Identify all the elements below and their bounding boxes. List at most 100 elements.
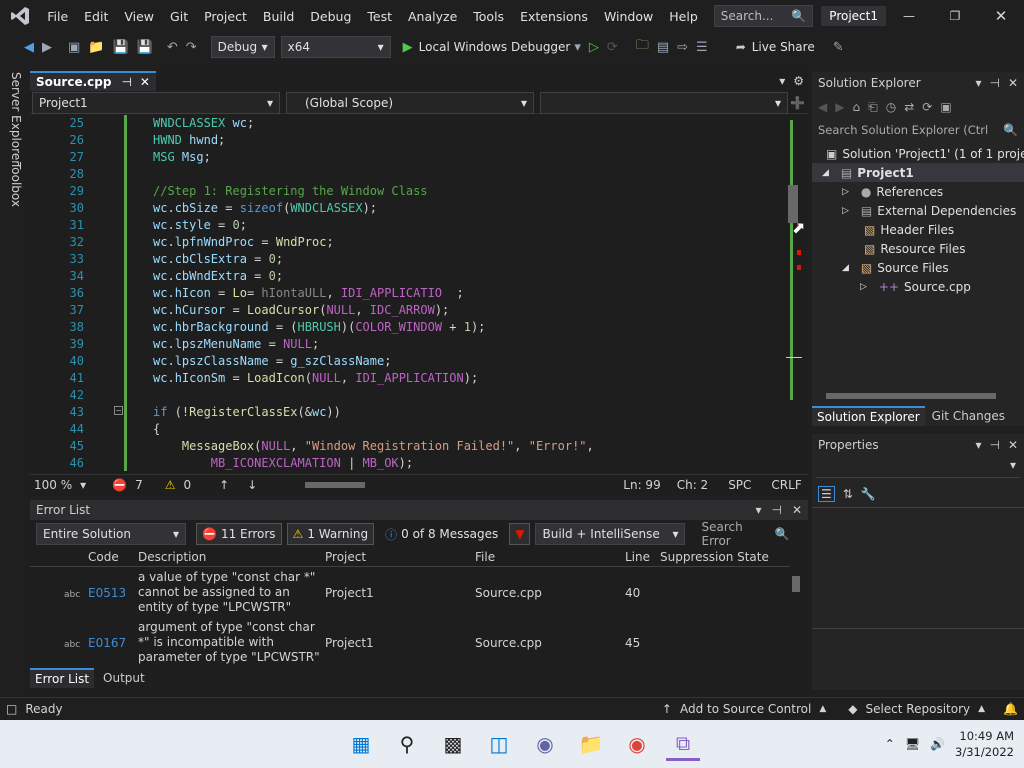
collapsed-icon[interactable]: ▷ [842,206,849,216]
expanded-icon[interactable]: ◢ [822,168,829,178]
col-project[interactable]: Project [325,550,366,564]
run-icon[interactable]: ▶ [403,40,413,55]
forward-icon[interactable]: ▶ [42,40,52,55]
down-arrow-icon[interactable]: ↓ [247,478,257,492]
save-icon[interactable]: 💾 [112,40,128,55]
horizontal-scrollbar[interactable] [295,480,595,490]
col-line[interactable]: Line [625,550,650,564]
alphabetical-icon[interactable]: ⇅ [843,487,853,501]
tab-error-list[interactable]: Error List [30,668,95,688]
tree-references[interactable]: ▷ ● References [812,182,1024,201]
back-icon[interactable]: ◀ [818,100,827,114]
code-line[interactable]: 29 //Step 1: Registering the Window Class [30,183,780,200]
feedback-icon[interactable]: ✎ [833,40,844,55]
sync-icon[interactable]: ⇄ [904,100,914,114]
code-line[interactable]: 43 if (!RegisterClassEx(&wc)) [30,404,780,421]
up-arrow-icon[interactable]: ↑ [219,478,229,492]
tab-output[interactable]: Output [98,669,150,687]
toolbox-tab[interactable]: Toolbox [9,162,23,207]
tree-project[interactable]: ◢ ▤ Project1 [812,163,1024,182]
table-row[interactable]: abc E0167 argument of type "const char *… [30,620,790,668]
folder-view-icon[interactable]: 🗀 [636,36,649,58]
messages-filter-button[interactable]: ⓘ 0 of 8 Messages [379,523,504,545]
col-suppression[interactable]: Suppression State [660,550,769,564]
source-control-button[interactable]: Add to Source Control [680,702,811,716]
code-line[interactable]: 38 wc.hbrBackground = (HBRUSH)(COLOR_WIND… [30,319,780,336]
dropdown-icon[interactable]: ▾ [975,438,981,452]
tree-resource-files[interactable]: ▧ Resource Files [812,239,1024,258]
refresh-icon[interactable]: ⟳ [922,100,932,114]
vs-logo-icon[interactable] [0,5,39,27]
chrome-icon[interactable]: ◉ [620,727,654,761]
platform-dropdown[interactable]: x64 ▾ [280,36,391,58]
step-icon[interactable]: ⇨ [677,40,688,55]
history-icon[interactable]: ◷ [886,100,896,114]
layout-icon[interactable]: ▤ [657,40,669,55]
tab-overflow-icon[interactable]: ▾ [779,74,785,88]
scope-dropdown[interactable]: Entire Solution ▾ [36,523,186,545]
tree-external-deps[interactable]: ▷ ▤ External Dependencies [812,201,1024,220]
code-line[interactable]: 30 wc.cbSize = sizeof(WNDCLASSEX); [30,200,780,217]
global-scope-dropdown[interactable]: (Global Scope) ▾ [286,91,534,114]
code-line[interactable]: 32 wc.lpfnWndProc = WndProc; [30,234,780,251]
col-code[interactable]: Code [88,550,119,564]
code-line[interactable]: 31 wc.style = 0; [30,217,780,234]
pin-icon[interactable]: ⊣ [989,438,999,452]
new-project-icon[interactable]: ▣ [68,40,80,55]
property-pages-icon[interactable]: 🔧 [861,487,876,501]
gear-icon[interactable]: ⚙ [793,74,804,88]
tab-source-cpp[interactable]: Source.cpp ⊣ ✕ [30,71,156,91]
network-icon[interactable]: 🖥 [905,737,920,751]
warnings-filter-button[interactable]: ⚠ 1 Warning [286,523,375,545]
menu-item-help[interactable]: Help [661,9,706,24]
chevron-down-icon[interactable]: ▾ [80,478,86,492]
comment-icon[interactable]: ☰ [696,40,708,55]
chevron-up-icon[interactable]: ▲ [819,704,826,714]
code-line[interactable]: 42 [30,387,780,404]
errors-filter-button[interactable]: ⛔ 11 Errors [196,523,282,545]
dropdown-icon[interactable]: ▾ [975,76,981,90]
menu-item-test[interactable]: Test [359,9,400,24]
menu-item-view[interactable]: View [116,9,162,24]
file-explorer-icon[interactable]: 📁 [574,727,608,761]
select-repository-button[interactable]: Select Repository [865,702,970,716]
config-dropdown[interactable]: Debug ▾ [210,36,275,58]
object-dropdown[interactable]: ▾ [816,458,1020,478]
line-ending[interactable]: CRLF [771,478,801,492]
code-line[interactable]: 25 WNDCLASSEX wc; [30,115,780,132]
tree-solution[interactable]: ▣ Solution 'Project1' (1 of 1 project) [812,144,1024,163]
error-code[interactable]: E0167 [88,636,126,651]
code-line[interactable]: 34 wc.cbWndExtra = 0; [30,268,780,285]
volume-icon[interactable]: 🔊 [930,737,945,751]
task-view-icon[interactable]: ▩ [436,727,470,761]
code-lines[interactable]: 25 WNDCLASSEX wc; 26 HWND hwnd; 27 MSG Msg; 28… [30,115,780,475]
close-tab-icon[interactable]: ✕ [140,75,150,89]
menu-item-build[interactable]: Build [255,9,302,24]
collapse-icon[interactable]: − [114,406,123,415]
code-line[interactable]: 28 [30,166,780,183]
error-count[interactable]: 7 [135,478,143,492]
error-scrollbar[interactable] [790,570,802,666]
notification-icon[interactable]: 🔔 [1003,702,1018,716]
code-line[interactable]: 33 wc.cbClsExtra = 0; [30,251,780,268]
collapsed-icon[interactable]: ▷ [860,282,867,292]
visual-studio-icon[interactable]: ⧉ [666,727,700,761]
code-line[interactable]: 36 wc.hIcon = Lo= hIontaULL, IDI_APPLICAT… [30,285,780,302]
close-icon[interactable]: ✕ [1008,76,1018,90]
tree-source-cpp[interactable]: ▷ ++ Source.cpp [812,277,1024,296]
project-scope-dropdown[interactable]: Project1 ▾ [32,91,280,114]
categorized-icon[interactable]: ☰ [818,485,835,502]
pin-icon[interactable]: ⊣ [771,503,781,517]
code-line[interactable]: 27 MSG Msg; [30,149,780,166]
hot-reload-icon[interactable]: ⟳ [607,40,618,55]
close-icon[interactable]: ✕ [1008,438,1018,452]
menu-item-file[interactable]: File [39,9,76,24]
se-horizontal-scrollbar[interactable] [816,390,1020,402]
collapse-all-icon[interactable]: ▣ [940,100,951,114]
undo-icon[interactable]: ↶ [167,40,178,55]
close-icon[interactable]: ✕ [978,7,1024,25]
start-without-debug-icon[interactable]: ▷ [589,40,599,55]
switch-views-icon[interactable]: ⎗ [868,100,878,115]
back-icon[interactable]: ◀ [24,40,34,55]
search-box[interactable]: Search... 🔍 [713,5,814,27]
